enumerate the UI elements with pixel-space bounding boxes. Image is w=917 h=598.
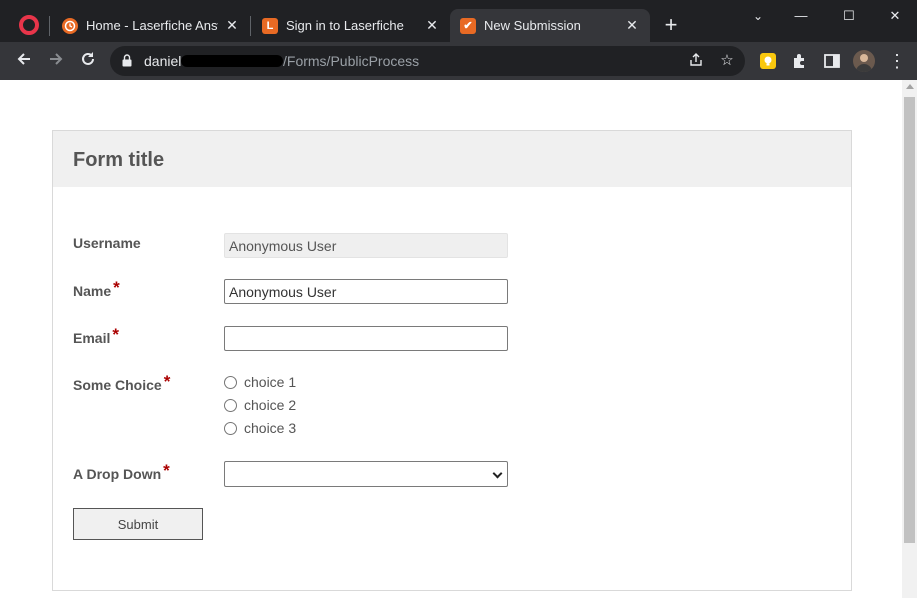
- tab-search-dropdown-icon[interactable]: ⌄: [746, 6, 770, 26]
- dropdown-label: A Drop Down *: [73, 461, 170, 484]
- radio-option-label: choice 1: [244, 374, 297, 390]
- dropdown-select[interactable]: [224, 461, 508, 487]
- tab-sign-in-laserfiche[interactable]: L Sign in to Laserfiche ✕: [252, 9, 448, 42]
- keep-extension-icon[interactable]: [759, 52, 777, 70]
- email-label: Email *: [73, 325, 119, 348]
- radio-option-label: choice 3: [244, 420, 297, 436]
- submit-button[interactable]: Submit: [73, 508, 203, 540]
- form-container: Form title Username Name* Email* Some Ch…: [52, 130, 852, 591]
- address-bar[interactable]: daniel /Forms/PublicProcess ☆: [110, 46, 745, 76]
- new-tab-button[interactable]: +: [660, 14, 682, 36]
- radio-option-3[interactable]: choice 3: [224, 420, 296, 436]
- radio-button[interactable]: [224, 398, 237, 412]
- tab-home-laserfiche-answers[interactable]: Home - Laserfiche Answers ✕: [52, 9, 248, 42]
- required-asterisk: *: [113, 278, 120, 297]
- forward-arrow-icon[interactable]: [45, 50, 67, 72]
- radio-option-label: choice 2: [244, 397, 297, 413]
- side-panel-icon[interactable]: [823, 52, 841, 70]
- choice-label: Some Choice *: [73, 372, 171, 395]
- chevron-down-icon: [492, 468, 503, 479]
- back-arrow-icon[interactable]: [13, 50, 35, 72]
- username-field[interactable]: [224, 233, 508, 258]
- tab-close-icon[interactable]: ✕: [224, 17, 240, 34]
- required-asterisk: *: [112, 325, 119, 344]
- maximize-icon[interactable]: ☐: [837, 6, 861, 26]
- radio-button[interactable]: [224, 375, 237, 389]
- email-label-text: Email: [73, 330, 111, 346]
- dropdown-label-text: A Drop Down: [73, 466, 162, 482]
- profile-avatar[interactable]: [853, 50, 875, 72]
- share-icon[interactable]: [687, 52, 705, 70]
- window-close-icon[interactable]: ✕: [883, 6, 907, 26]
- required-asterisk: *: [163, 461, 170, 480]
- name-field[interactable]: [224, 279, 508, 304]
- redaction-mark: [181, 55, 283, 67]
- tab-separator: [49, 16, 50, 36]
- tab-strip: Home - Laserfiche Answers ✕ L Sign in to…: [0, 0, 917, 42]
- tab-title: Sign in to Laserfiche: [286, 18, 404, 33]
- opera-logo-icon[interactable]: [19, 15, 39, 35]
- reload-icon[interactable]: [77, 50, 99, 72]
- laserfiche-l-favicon-icon: L: [262, 17, 278, 34]
- tab-close-icon[interactable]: ✕: [624, 17, 640, 34]
- tab-separator: [250, 16, 251, 36]
- page-viewport: Form title Username Name* Email* Some Ch…: [0, 80, 917, 598]
- radio-option-1[interactable]: choice 1: [224, 374, 296, 390]
- url-host: daniel: [144, 53, 182, 69]
- tab-new-submission[interactable]: ✔ New Submission ✕: [450, 9, 650, 42]
- required-asterisk: *: [163, 372, 171, 391]
- laserfiche-answers-favicon-icon: [62, 17, 78, 34]
- menu-kebab-icon[interactable]: ⋮: [886, 50, 908, 72]
- url-path: /Forms/PublicProcess: [283, 53, 420, 69]
- name-label: Name *: [73, 278, 120, 301]
- scrollbar-thumb[interactable]: [904, 97, 915, 543]
- name-label-text: Name: [73, 283, 112, 299]
- puzzle-extensions-icon[interactable]: [791, 52, 809, 70]
- radio-button[interactable]: [224, 421, 237, 435]
- vertical-scrollbar[interactable]: [902, 80, 917, 598]
- checkmark-favicon-icon: ✔: [460, 17, 476, 34]
- browser-toolbar: daniel /Forms/PublicProcess ☆ ⋮: [0, 42, 917, 80]
- choice-label-text: Some Choice: [73, 377, 162, 393]
- form-header: Form title: [53, 131, 851, 187]
- radio-option-2[interactable]: choice 2: [224, 397, 296, 413]
- tab-title: Home - Laserfiche Answers: [86, 18, 218, 33]
- tab-title: New Submission: [484, 18, 581, 33]
- email-field[interactable]: [224, 326, 508, 351]
- username-label: Username: [73, 235, 141, 251]
- lock-icon: [122, 54, 132, 67]
- tab-close-icon[interactable]: ✕: [424, 17, 440, 34]
- form-title: Form title: [73, 149, 165, 171]
- scroll-up-arrow-icon[interactable]: [906, 84, 914, 89]
- minimize-icon[interactable]: —: [789, 6, 813, 26]
- bookmark-star-icon[interactable]: ☆: [718, 52, 736, 70]
